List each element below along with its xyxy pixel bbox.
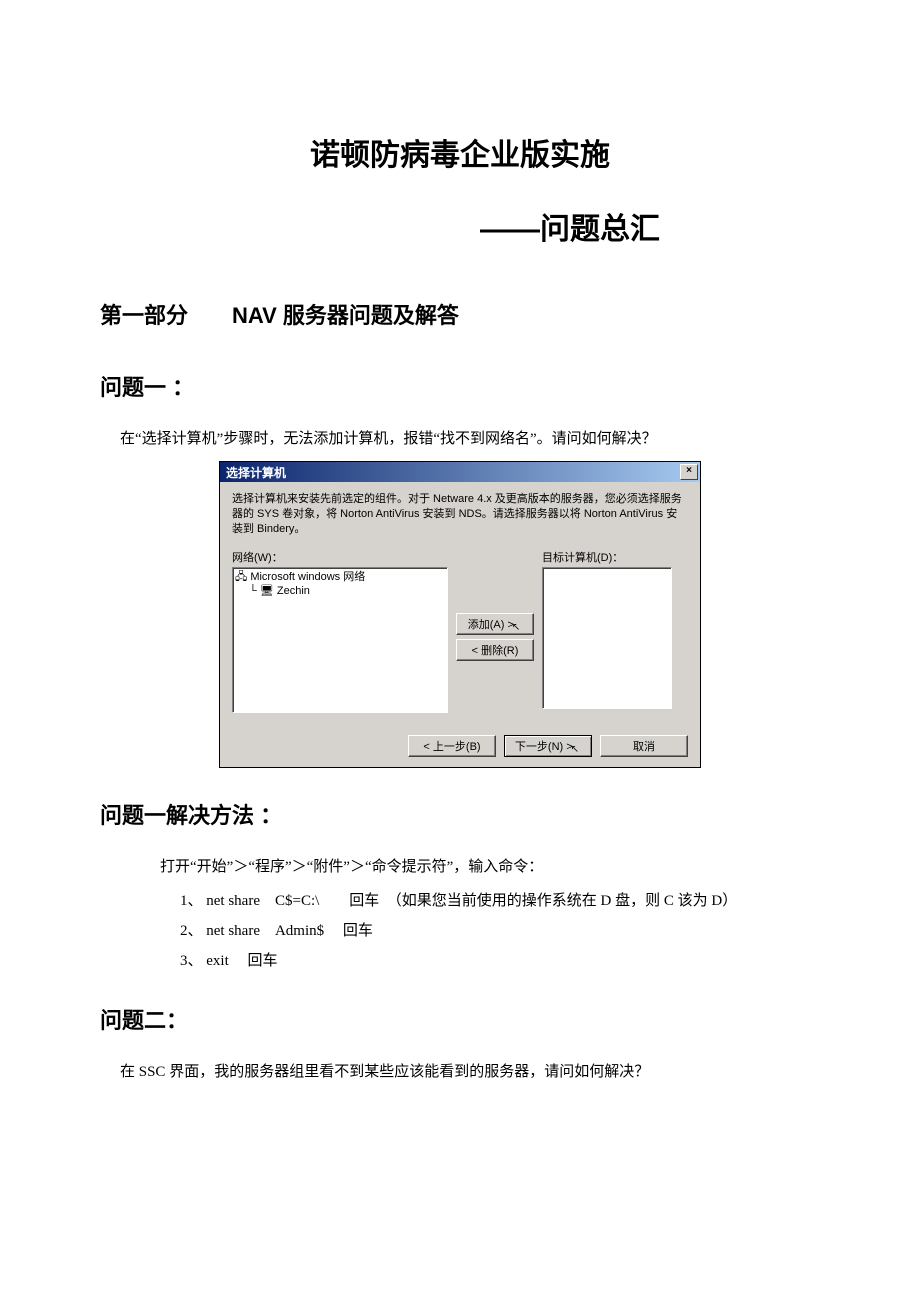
close-button[interactable]: × <box>680 464 698 480</box>
next-button-label: 下一步(N) > <box>515 741 573 753</box>
tree-branch-icon: └ <box>249 585 260 597</box>
network-column: 网络(W)： 🖧 Microsoft windows 网络 └ 🖥 Zechin <box>232 549 448 713</box>
transfer-buttons: 添加(A) >↖ < 删除(R) <box>456 613 534 661</box>
cursor-icon: ↖ <box>512 622 520 633</box>
screenshot-wrap: 选择计算机 × 选择计算机来安装先前选定的组件。对于 Netware 4.x 及… <box>100 461 820 768</box>
doc-title-1: 诺顿防病毒企业版实施 <box>100 130 820 174</box>
computer-icon: 🖥 <box>260 585 277 597</box>
dialog-description: 选择计算机来安装先前选定的组件。对于 Netware 4.x 及更高版本的服务器… <box>232 492 688 537</box>
tree-child[interactable]: └ 🖥 Zechin <box>235 584 445 598</box>
solution-intro: 打开“开始”＞“程序”＞“附件”＞“命令提示符”，输入命令： <box>160 855 820 879</box>
tree-root-label: Microsoft windows 网络 <box>250 571 365 583</box>
back-button[interactable]: < 上一步(B) <box>408 735 496 757</box>
target-column: 目标计算机(D)： <box>542 549 672 709</box>
document-page: 诺顿防病毒企业版实施 ——问题总汇 第一部分 NAV 服务器问题及解答 问题一 … <box>0 0 920 1174</box>
target-label: 目标计算机(D)： <box>542 549 672 565</box>
next-button[interactable]: 下一步(N) >↖ <box>504 735 592 757</box>
select-computer-dialog: 选择计算机 × 选择计算机来安装先前选定的组件。对于 Netware 4.x 及… <box>219 461 701 768</box>
question-2-text: 在 SSC 界面，我的服务器组里看不到某些应该能看到的服务器，请问如何解决？ <box>120 1060 820 1084</box>
question-1-solution-heading: 问题一解决方法 ： <box>100 798 820 830</box>
target-list[interactable] <box>542 567 672 709</box>
section-1-heading: 第一部分 NAV 服务器问题及解答 <box>100 298 820 330</box>
add-button[interactable]: 添加(A) >↖ <box>456 613 534 635</box>
dialog-title: 选择计算机 <box>226 464 286 481</box>
cursor-icon: ↖ <box>571 744 579 755</box>
tree-child-label: Zechin <box>277 585 310 597</box>
question-1-heading: 问题一 ： <box>100 370 820 402</box>
solution-step: 2、 net share Admin$ 回车 <box>180 919 820 943</box>
solution-step: 3、 exit 回车 <box>180 949 820 973</box>
question-1-text: 在“选择计算机”步骤时，无法添加计算机，报错“找不到网络名”。请问如何解决？ <box>120 427 820 451</box>
question-2-heading: 问题二： <box>100 1003 820 1035</box>
add-button-label: 添加(A) > <box>468 619 514 631</box>
dialog-body: 选择计算机来安装先前选定的组件。对于 Netware 4.x 及更高版本的服务器… <box>220 482 700 725</box>
dialog-titlebar: 选择计算机 × <box>220 462 700 482</box>
remove-button[interactable]: < 删除(R) <box>456 639 534 661</box>
network-icon: 🖧 <box>235 571 250 583</box>
network-label: 网络(W)： <box>232 549 448 565</box>
dialog-footer: < 上一步(B) 下一步(N) >↖ 取消 <box>220 725 700 767</box>
cancel-button[interactable]: 取消 <box>600 735 688 757</box>
network-tree[interactable]: 🖧 Microsoft windows 网络 └ 🖥 Zechin <box>232 567 448 713</box>
solution-step: 1、 net share C$=C:\ 回车 （如果您当前使用的操作系统在 D … <box>180 889 820 913</box>
tree-root[interactable]: 🖧 Microsoft windows 网络 <box>235 570 445 584</box>
doc-title-2: ——问题总汇 <box>100 204 820 248</box>
dialog-columns: 网络(W)： 🖧 Microsoft windows 网络 └ 🖥 Zechin <box>232 549 688 713</box>
